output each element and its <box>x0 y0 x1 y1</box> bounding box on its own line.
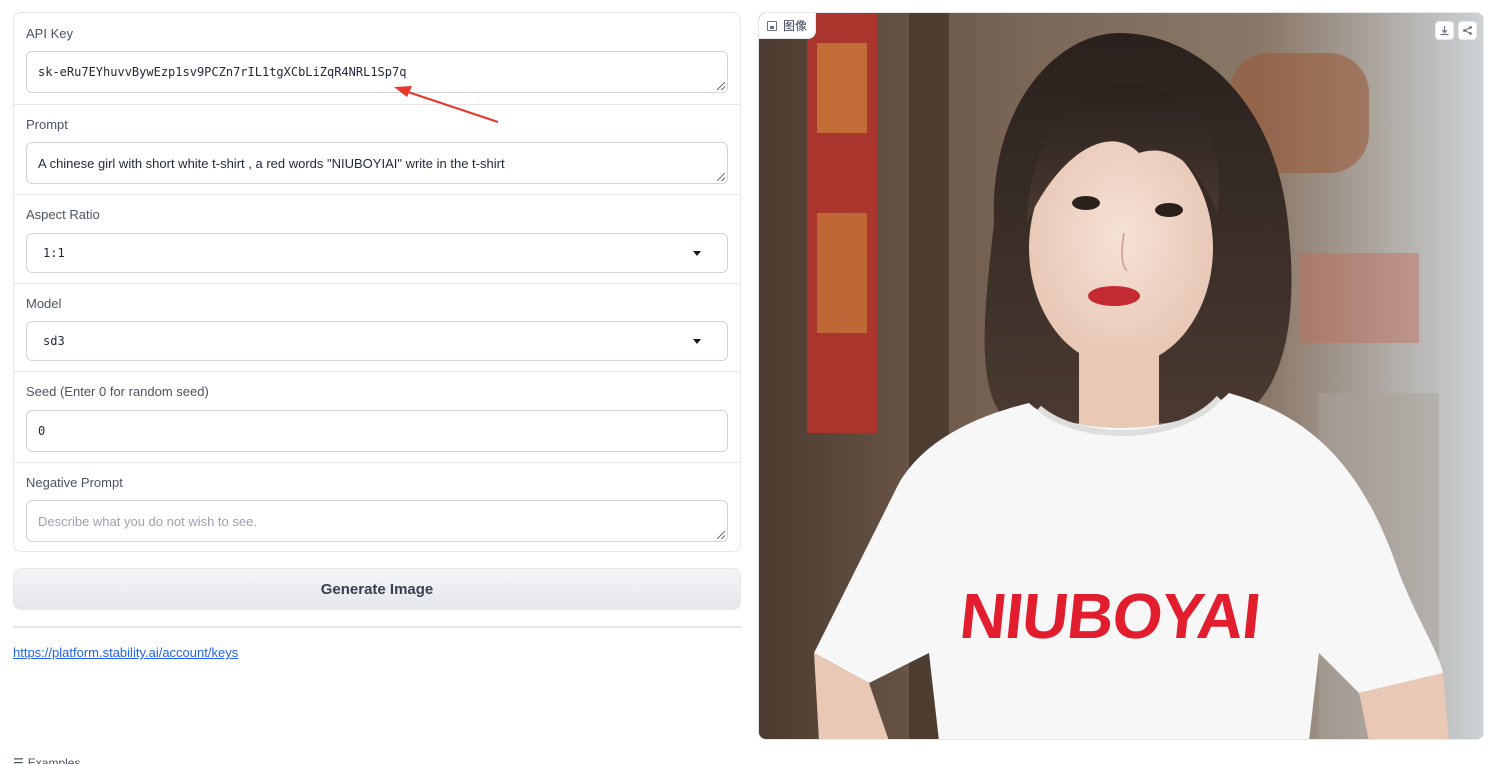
aspect-ratio-label: Aspect Ratio <box>26 207 100 222</box>
api-key-field: API Key sk-eRu7EYhuvvBywEzp1sv9PCZn7rIL1… <box>14 13 740 104</box>
prompt-field: Prompt A chinese girl with short white t… <box>14 104 740 194</box>
seed-label: Seed (Enter 0 for random seed) <box>26 384 209 399</box>
api-keys-link[interactable]: https://platform.stability.ai/account/ke… <box>13 645 238 660</box>
model-select[interactable]: sd3 <box>26 321 728 361</box>
model-field: Model sd3 <box>14 283 740 371</box>
prompt-input[interactable]: A chinese girl with short white t-shirt … <box>26 142 728 184</box>
api-key-input[interactable]: sk-eRu7EYhuvvBywEzp1sv9PCZn7rIL1tgXCbLiZ… <box>26 51 728 93</box>
dropdown-caret-icon <box>693 251 701 256</box>
tshirt-text: NIUBOYAI <box>956 580 1264 652</box>
negative-prompt-input[interactable]: Describe what you do not wish to see. <box>26 500 728 542</box>
examples-label: Examples <box>27 756 81 764</box>
prompt-label: Prompt <box>26 117 68 132</box>
image-label-tag: 图像 <box>759 13 817 39</box>
resize-grip-icon[interactable] <box>717 173 725 181</box>
seed-field: Seed (Enter 0 for random seed) 0 <box>14 371 740 462</box>
image-label-text: 图像 <box>783 19 808 33</box>
negative-prompt-label: Negative Prompt <box>26 475 123 490</box>
resize-grip-icon[interactable] <box>717 82 725 90</box>
download-icon[interactable] <box>1435 21 1454 40</box>
list-icon: ☰ <box>13 756 24 764</box>
aspect-ratio-field: Aspect Ratio 1:1 <box>14 194 740 283</box>
section-divider <box>13 626 741 628</box>
generate-image-button[interactable]: Generate Image <box>13 568 741 610</box>
examples-header[interactable]: ☰ Examples <box>13 756 80 764</box>
api-key-label: API Key <box>26 26 73 41</box>
aspect-ratio-select[interactable]: 1:1 <box>26 233 728 273</box>
output-image-panel: NIUBOYAI 图像 <box>758 12 1484 740</box>
seed-input[interactable]: 0 <box>26 410 728 452</box>
negative-prompt-field: Negative Prompt Describe what you do not… <box>14 462 740 551</box>
aspect-ratio-value: 1:1 <box>43 246 65 260</box>
negative-prompt-placeholder: Describe what you do not wish to see. <box>38 513 257 529</box>
annotation-arrow <box>394 86 499 123</box>
api-key-value: sk-eRu7EYhuvvBywEzp1sv9PCZn7rIL1tgXCbLiZ… <box>38 65 407 79</box>
share-icon[interactable] <box>1458 21 1477 40</box>
image-icon <box>767 20 777 31</box>
model-value: sd3 <box>43 334 65 348</box>
resize-grip-icon[interactable] <box>717 531 725 539</box>
model-label: Model <box>26 296 62 311</box>
image-actions <box>1435 21 1477 40</box>
dropdown-caret-icon <box>693 339 701 344</box>
seed-value: 0 <box>38 424 46 438</box>
prompt-value: A chinese girl with short white t-shirt … <box>38 155 505 171</box>
settings-form: API Key sk-eRu7EYhuvvBywEzp1sv9PCZn7rIL1… <box>13 12 741 552</box>
